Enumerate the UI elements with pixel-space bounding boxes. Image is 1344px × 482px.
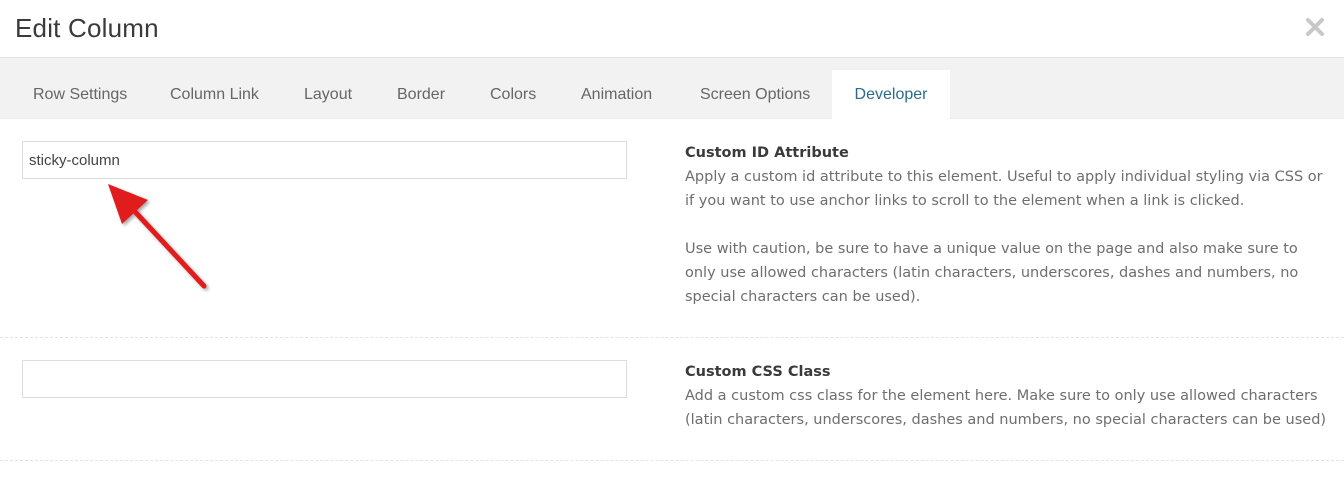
custom-id-row: Custom ID Attribute Apply a custom id at… (0, 119, 1344, 338)
tab-layout[interactable]: Layout (304, 70, 352, 119)
custom-id-help-text: Apply a custom id attribute to this elem… (685, 169, 1323, 209)
tab-border[interactable]: Border (397, 70, 445, 119)
tab-screen-options[interactable]: Screen Options (700, 70, 810, 119)
custom-css-title: Custom CSS Class (685, 364, 831, 380)
tab-animation[interactable]: Animation (581, 70, 652, 119)
custom-id-input[interactable] (22, 141, 627, 179)
close-icon (1306, 18, 1324, 36)
tab-developer[interactable]: Developer (832, 70, 950, 119)
custom-id-title: Custom ID Attribute (685, 145, 849, 161)
tab-colors[interactable]: Colors (490, 70, 536, 119)
close-button[interactable] (1304, 16, 1326, 38)
custom-css-row: Custom CSS Class Add a custom css class … (0, 338, 1344, 461)
custom-css-input[interactable] (22, 360, 627, 398)
modal-title: Edit Column (15, 13, 159, 43)
tab-bar: Row Settings Column Link Layout Border C… (0, 58, 1344, 119)
custom-css-help-text: Add a custom css class for the element h… (685, 388, 1327, 428)
tab-column-link[interactable]: Column Link (170, 70, 259, 119)
custom-css-description: Custom CSS Class Add a custom css class … (685, 364, 1330, 432)
custom-id-description: Custom ID Attribute Apply a custom id at… (685, 145, 1330, 309)
tab-row-settings[interactable]: Row Settings (33, 70, 127, 119)
modal-header: Edit Column (0, 0, 1344, 58)
custom-id-caution-text: Use with caution, be sure to have a uniq… (685, 241, 1299, 305)
